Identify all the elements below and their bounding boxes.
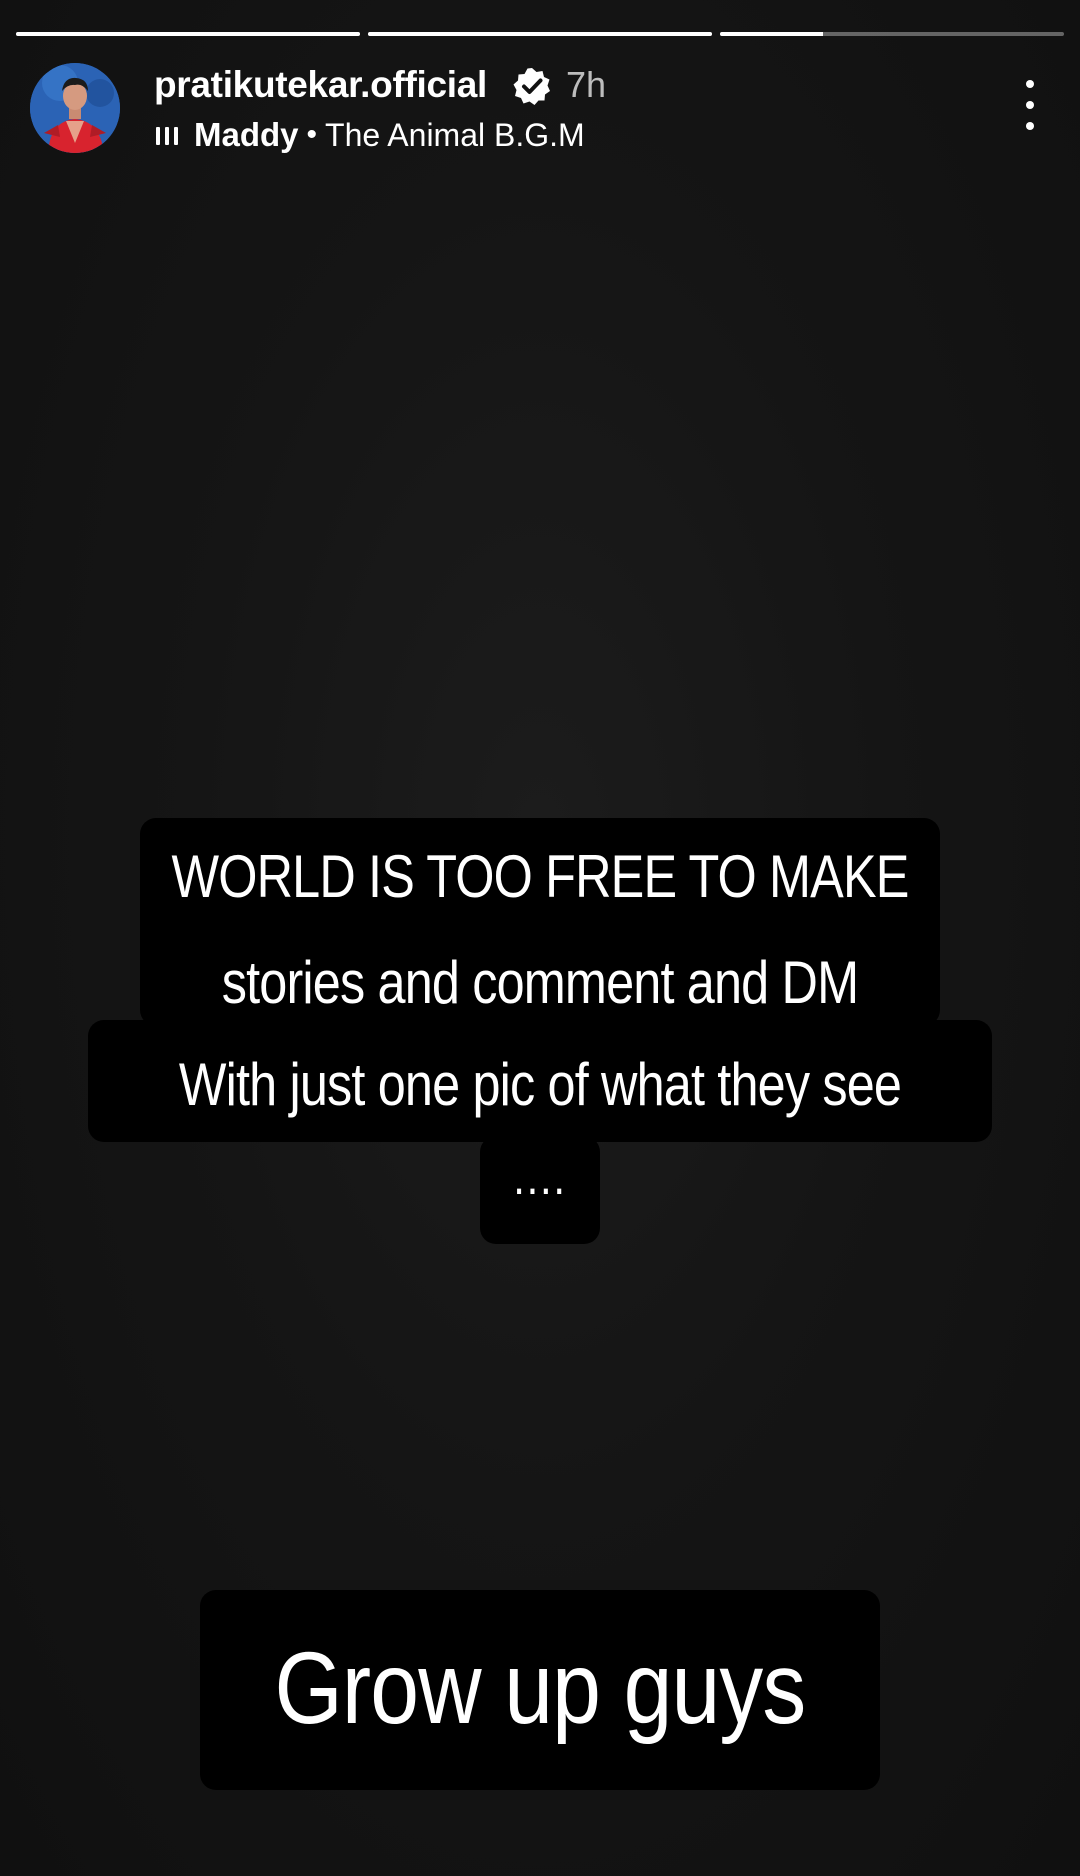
story-header: pratikutekar.official 7h Maddy • The Ani…	[30, 60, 1050, 156]
progress-segment-2	[368, 32, 712, 36]
more-vertical-icon[interactable]	[1010, 80, 1050, 130]
music-track: The Animal B.G.M	[325, 116, 585, 153]
time-ago: 7h	[566, 64, 607, 105]
closing-text: Grow up guys	[274, 1631, 807, 1745]
music-bars-icon	[156, 125, 180, 145]
story-progress	[16, 32, 1064, 36]
avatar[interactable]	[30, 63, 120, 153]
music-artist: Maddy	[194, 116, 299, 153]
story-text-line-1: WORLD IS TOO FREE TO MAKE	[171, 843, 909, 910]
story-text-line-3: With just one pic of what they see	[178, 1051, 902, 1118]
progress-segment-3	[720, 32, 1064, 36]
story-text-line-2: stories and comment and DM	[221, 949, 859, 1016]
username[interactable]: pratikutekar.official	[154, 64, 487, 106]
story-text-line-4: ....	[513, 1149, 567, 1205]
verified-badge-icon	[512, 66, 552, 106]
music-attribution[interactable]: Maddy • The Animal B.G.M	[156, 116, 585, 154]
progress-segment-1	[16, 32, 360, 36]
music-separator: •	[306, 118, 318, 151]
